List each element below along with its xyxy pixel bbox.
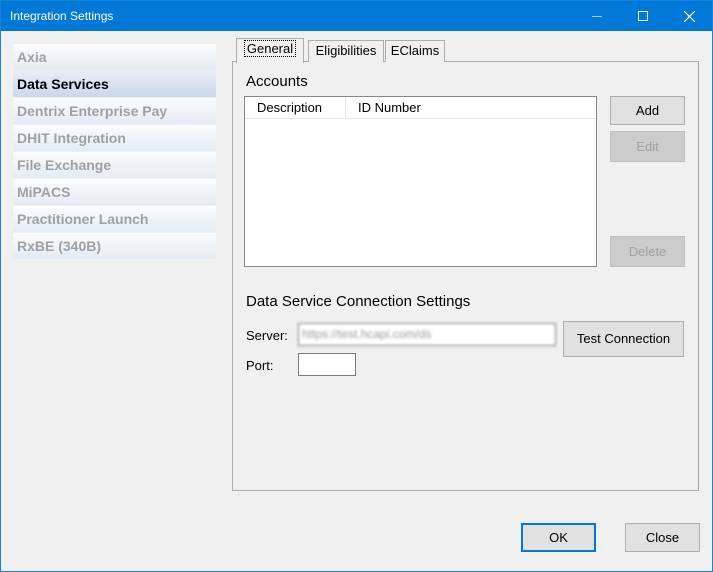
edit-account-button[interactable]: Edit: [610, 131, 685, 162]
delete-account-button[interactable]: Delete: [610, 236, 685, 267]
window-title: Integration Settings: [10, 9, 114, 23]
minimize-button[interactable]: [574, 1, 620, 31]
connection-settings-heading: Data Service Connection Settings: [246, 293, 471, 310]
ok-button[interactable]: OK: [521, 523, 596, 552]
accounts-list[interactable]: Description ID Number: [244, 96, 597, 267]
maximize-button[interactable]: [620, 1, 666, 31]
add-account-button[interactable]: Add: [610, 96, 685, 125]
nav-item-practitioner-launch[interactable]: Practitioner Launch: [13, 206, 216, 233]
close-icon: [683, 10, 695, 22]
close-button[interactable]: Close: [625, 523, 700, 552]
accounts-heading: Accounts: [246, 73, 308, 90]
tab-eligibilities[interactable]: Eligibilities: [308, 40, 384, 62]
tab-general-label: General: [243, 40, 297, 57]
title-bar[interactable]: Integration Settings: [1, 1, 712, 31]
test-connection-button[interactable]: Test Connection: [563, 321, 684, 357]
nav-item-rxbe-340b[interactable]: RxBE (340B): [13, 233, 216, 260]
server-label: Server:: [246, 328, 288, 343]
nav-item-mipacs[interactable]: MiPACS: [13, 179, 216, 206]
nav-item-data-services[interactable]: Data Services: [13, 71, 216, 98]
window-close-button[interactable]: [666, 1, 712, 31]
accounts-list-header: Description ID Number: [245, 97, 596, 119]
nav-item-dentrix-enterprise-pay[interactable]: Dentrix Enterprise Pay: [13, 98, 216, 125]
column-header-description[interactable]: Description: [245, 97, 346, 119]
nav-item-dhit-integration[interactable]: DHIT Integration: [13, 125, 216, 152]
minimize-icon: [592, 15, 602, 17]
nav-item-axia[interactable]: Axia: [13, 44, 216, 71]
maximize-icon: [638, 11, 648, 21]
port-input[interactable]: [298, 353, 356, 376]
integration-nav-list: Axia Data Services Dentrix Enterprise Pa…: [13, 44, 216, 260]
tab-eclaims[interactable]: EClaims: [385, 40, 445, 62]
port-label: Port:: [246, 358, 274, 373]
nav-item-file-exchange[interactable]: File Exchange: [13, 152, 216, 179]
server-input[interactable]: https://test.hcapi.com/ds: [298, 323, 556, 346]
column-header-id-number[interactable]: ID Number: [346, 97, 596, 119]
tab-general[interactable]: General: [236, 38, 304, 63]
